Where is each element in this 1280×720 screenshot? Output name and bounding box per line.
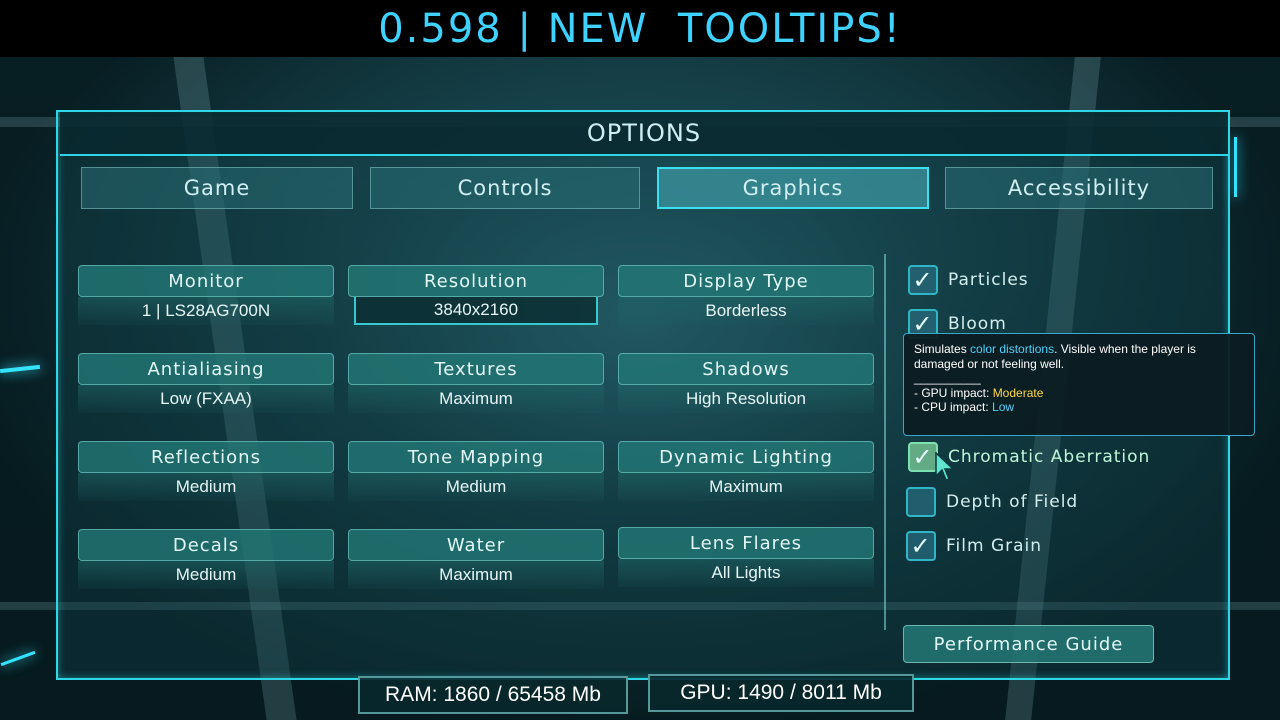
setting-water[interactable]: Water Maximum (348, 529, 604, 589)
check-icon[interactable]: ✓ (908, 265, 938, 295)
setting-monitor[interactable]: Monitor 1 | LS28AG700N (78, 265, 334, 325)
setting-label: Dynamic Lighting (618, 441, 874, 473)
setting-label: Monitor (78, 265, 334, 297)
tab-accessibility-label: Accessibility (1007, 176, 1151, 200)
options-title: OPTIONS (60, 112, 1228, 156)
checkbox-depth-of-field[interactable]: Depth of Field (906, 485, 1078, 519)
setting-label: Lens Flares (618, 527, 874, 559)
setting-value: Maximum (348, 561, 604, 589)
setting-value: Maximum (618, 473, 874, 501)
setting-label: Resolution (348, 265, 604, 297)
tooltip-separator: __________ (914, 371, 981, 385)
tooltip-highlight: color distortions (970, 342, 1055, 356)
tab-controls[interactable]: Controls (370, 167, 640, 209)
checkbox-label: Depth of Field (946, 492, 1079, 512)
tooltip-chromatic-aberration: Simulates color distortions. Visible whe… (903, 333, 1255, 436)
checkbox-label: Bloom (948, 314, 1007, 334)
setting-value: High Resolution (618, 385, 874, 413)
setting-value: Medium (348, 473, 604, 501)
setting-dynamic-lighting[interactable]: Dynamic Lighting Maximum (618, 441, 874, 501)
setting-label: Shadows (618, 353, 874, 385)
tab-controls-label: Controls (457, 176, 553, 200)
tooltip-gpu-impact: - GPU impact: Moderate (914, 385, 1044, 400)
setting-label: Water (348, 529, 604, 561)
tooltip-cpu-impact: - CPU impact: Low (914, 400, 1015, 414)
setting-display-type[interactable]: Display Type Borderless (618, 265, 874, 325)
checkbox-label: Chromatic Aberration (948, 447, 1151, 467)
setting-label: Decals (78, 529, 334, 561)
empty-checkbox-icon[interactable] (906, 487, 936, 517)
setting-textures[interactable]: Textures Maximum (348, 353, 604, 413)
banner-text: 0.598 | NEW TOOLTIPS! (378, 5, 902, 52)
tab-game-label: Game (183, 176, 251, 200)
setting-resolution[interactable]: Resolution 3840x2160 (348, 265, 604, 325)
checkbox-label: Particles (948, 270, 1029, 290)
tab-graphics-label: Graphics (742, 176, 844, 200)
setting-value: Maximum (348, 385, 604, 413)
setting-label: Tone Mapping (348, 441, 604, 473)
setting-value: 1 | LS28AG700N (78, 297, 334, 325)
ram-usage: RAM: 1860 / 65458 Mb (358, 676, 628, 714)
check-icon[interactable]: ✓ (906, 531, 936, 561)
performance-guide-button[interactable]: Performance Guide (903, 625, 1154, 663)
setting-value: Low (FXAA) (78, 385, 334, 413)
setting-decals[interactable]: Decals Medium (78, 529, 334, 589)
setting-label: Display Type (618, 265, 874, 297)
setting-label: Textures (348, 353, 604, 385)
column-divider (884, 254, 886, 630)
setting-shadows[interactable]: Shadows High Resolution (618, 353, 874, 413)
setting-reflections[interactable]: Reflections Medium (78, 441, 334, 501)
version-banner: 0.598 | NEW TOOLTIPS! (0, 0, 1280, 57)
checkbox-film-grain[interactable]: ✓ Film Grain (906, 529, 1042, 563)
setting-value: Medium (78, 561, 334, 589)
mouse-cursor-icon (935, 452, 954, 481)
tab-graphics[interactable]: Graphics (657, 167, 929, 209)
gpu-usage: GPU: 1490 / 8011 Mb (648, 674, 914, 712)
setting-tone-mapping[interactable]: Tone Mapping Medium (348, 441, 604, 501)
checkbox-label: Film Grain (946, 536, 1043, 556)
setting-value: Borderless (618, 297, 874, 325)
tooltip-description: Simulates color distortions. Visible whe… (914, 342, 1196, 371)
setting-value: Medium (78, 473, 334, 501)
setting-lens-flares[interactable]: Lens Flares All Lights (618, 527, 874, 587)
setting-label: Reflections (78, 441, 334, 473)
tab-accessibility[interactable]: Accessibility (945, 167, 1213, 209)
setting-label: Antialiasing (78, 353, 334, 385)
tab-game[interactable]: Game (81, 167, 353, 209)
checkbox-particles[interactable]: ✓ Particles (908, 263, 1029, 297)
setting-antialiasing[interactable]: Antialiasing Low (FXAA) (78, 353, 334, 413)
setting-value: 3840x2160 (354, 297, 598, 325)
setting-value: All Lights (618, 559, 874, 587)
